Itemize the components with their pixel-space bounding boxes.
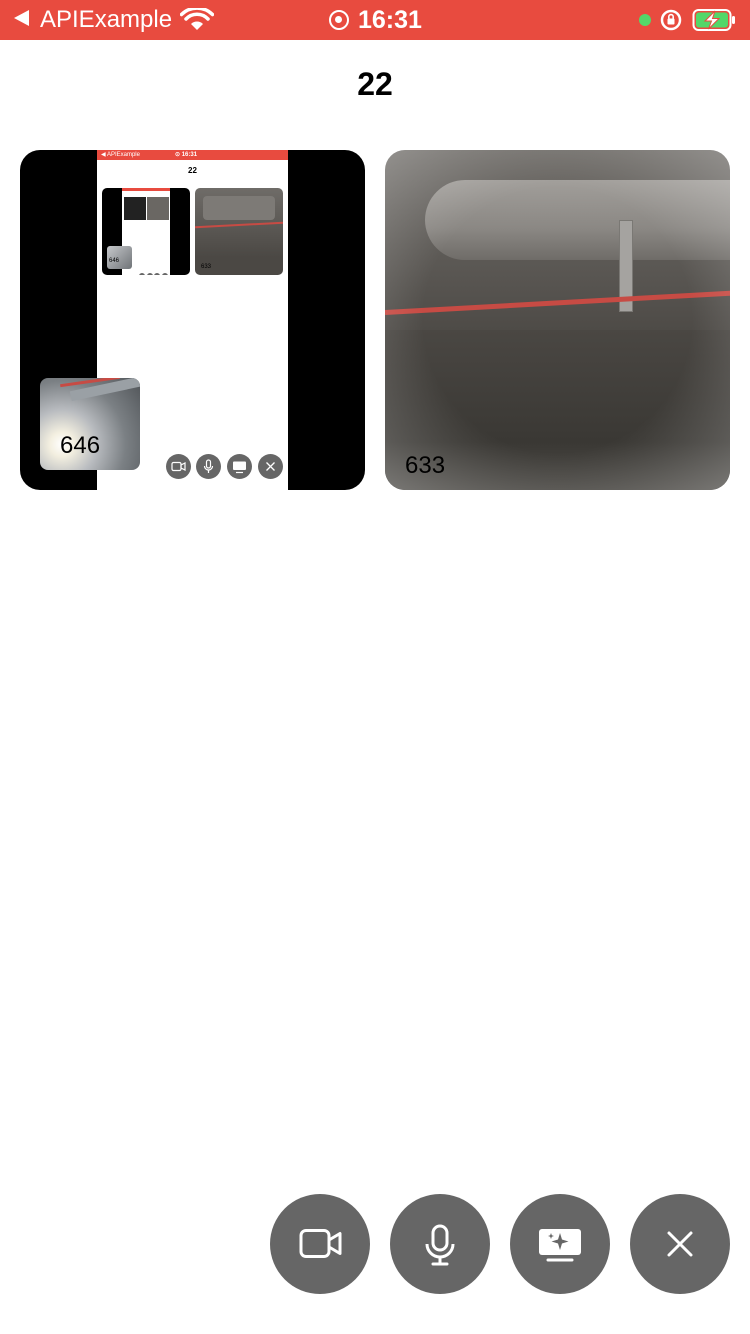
local-video-tile[interactable]: ◀ APIExample ⊙ 16:31 22 646 633 646 [20, 150, 365, 490]
microphone-icon [425, 1224, 455, 1266]
remote-uid-label: 633 [405, 452, 446, 479]
camera-in-use-indicator [639, 14, 651, 26]
local-uid-label: 646 [60, 432, 101, 459]
leave-channel-button[interactable] [630, 1194, 730, 1294]
back-to-app-link[interactable]: APIExample [40, 6, 172, 34]
status-bar: APIExample 16:31 [0, 0, 750, 40]
screen-share-icon [539, 1229, 581, 1262]
rotation-lock-icon [660, 9, 682, 31]
mini-channel-title: 22 [188, 166, 197, 175]
toggle-video-button[interactable] [270, 1194, 370, 1294]
channel-title: 22 [357, 66, 393, 102]
close-icon [667, 1231, 693, 1257]
wifi-icon [180, 8, 214, 30]
mini-remote-label: 633 [201, 264, 212, 270]
remote-video-tile[interactable]: 633 [385, 150, 730, 490]
screen-share-button[interactable] [510, 1194, 610, 1294]
mini-time: ⊙ 16:31 [175, 152, 198, 158]
mini-video-icon [166, 454, 191, 479]
mini-mic-icon [196, 454, 221, 479]
mini-local-label: 646 [109, 258, 120, 264]
status-time: 16:31 [358, 6, 422, 34]
mini-local-tile: 646 [102, 188, 190, 275]
mini-close-icon [258, 454, 283, 479]
mini-status-bar: ◀ APIExample ⊙ 16:31 [97, 150, 288, 160]
mini-back-app: ◀ APIExample [101, 152, 140, 158]
back-arrow-icon[interactable] [14, 10, 29, 26]
mini-screen-icon [227, 454, 252, 479]
battery-charging-icon [692, 9, 735, 31]
toggle-microphone-button[interactable] [390, 1194, 490, 1294]
video-camera-icon [299, 1229, 342, 1258]
mini-control-dots [139, 266, 169, 275]
mini-remote-tile: 633 [195, 188, 283, 275]
screen-recording-icon [329, 10, 349, 30]
